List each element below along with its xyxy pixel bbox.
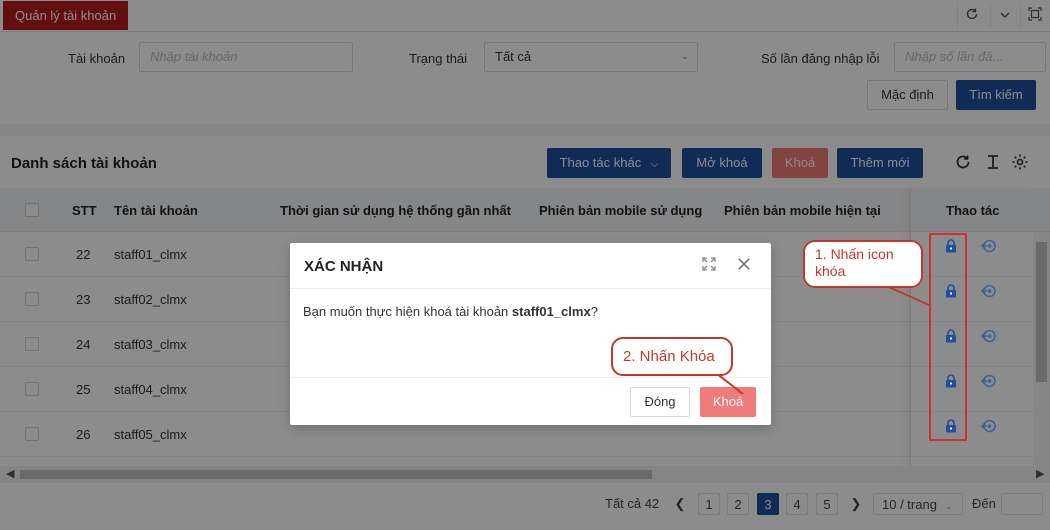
- view-history-icon[interactable]: [980, 418, 997, 434]
- close-icon[interactable]: [737, 257, 751, 275]
- view-history-icon[interactable]: [980, 328, 997, 344]
- modal-message: Bạn muốn thực hiện khoá tài khoản staff0…: [303, 304, 598, 319]
- modal-message-prefix: Bạn muốn thực hiện khoá tài khoản: [303, 304, 512, 319]
- view-history-icon[interactable]: [980, 283, 997, 299]
- modal-title: XÁC NHẬN: [304, 258, 384, 275]
- lock-icon[interactable]: [945, 374, 957, 388]
- modal-divider: [290, 288, 771, 289]
- lock-icon[interactable]: [945, 239, 957, 253]
- view-history-icon[interactable]: [980, 373, 997, 389]
- modal-message-suffix: ?: [590, 304, 598, 319]
- lock-icon[interactable]: [945, 329, 957, 343]
- annotation-step1: 1. Nhấn icon khóa: [803, 240, 923, 288]
- modal-message-account: staff01_clmx: [511, 304, 591, 319]
- confirm-modal: XÁC NHẬN Bạn muốn thực hiện khoá tài kho…: [290, 243, 771, 425]
- expand-icon[interactable]: [702, 257, 716, 275]
- view-history-icon[interactable]: [980, 238, 997, 254]
- modal-divider: [290, 377, 771, 378]
- modal-lock-button[interactable]: Khoá: [700, 387, 756, 417]
- modal-close-button[interactable]: Đóng: [630, 387, 690, 417]
- annotation-step2: 2. Nhấn Khóa: [611, 337, 733, 376]
- lock-icon[interactable]: [945, 419, 957, 433]
- lock-icon[interactable]: [945, 284, 957, 298]
